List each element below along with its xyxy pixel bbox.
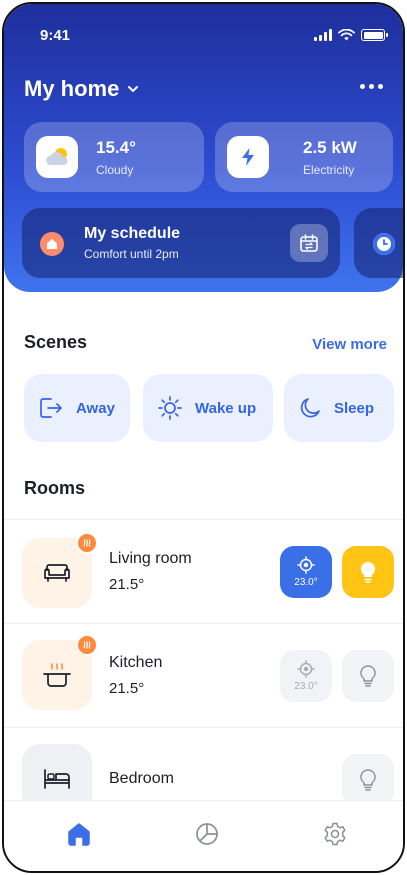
- scene-partial[interactable]: [404, 374, 405, 442]
- wifi-icon: [338, 29, 355, 41]
- thermostat-target-icon: [297, 556, 315, 574]
- electricity-label: Electricity: [303, 162, 355, 177]
- home-icon: [68, 823, 90, 846]
- schedule-subtitle: Comfort until 2pm: [84, 247, 179, 261]
- nav-settings-button[interactable]: [318, 817, 352, 851]
- room-temperature: 21.5°: [109, 576, 145, 593]
- scene-sleep[interactable]: Sleep: [284, 374, 394, 442]
- heating-badge-icon: [76, 634, 98, 656]
- thermostat-setpoint: 23.0°: [294, 577, 318, 588]
- bottom-navigation: [4, 800, 403, 871]
- weather-cloud-sun-icon: [36, 136, 78, 178]
- weather-card[interactable]: 15.4° Cloudy: [24, 122, 204, 192]
- sofa-icon: [44, 564, 70, 582]
- moon-icon: [300, 398, 320, 418]
- settings-gear-icon: [324, 822, 346, 846]
- pot-icon: [43, 663, 71, 687]
- more-options-button[interactable]: [360, 84, 383, 89]
- thermostat-button[interactable]: 23.0°: [280, 546, 332, 598]
- scene-wake-up[interactable]: Wake up: [143, 374, 273, 442]
- electricity-card[interactable]: 2.5 kW Electricity: [215, 122, 393, 192]
- room-name: Kitchen: [109, 654, 163, 671]
- thermostat-target-icon: [297, 660, 315, 678]
- home-title: My home: [24, 76, 120, 101]
- view-more-link[interactable]: View more: [312, 336, 387, 353]
- electricity-value: 2.5 kW: [303, 137, 357, 157]
- chart-pie-icon: [196, 823, 218, 845]
- scenes-heading: Scenes: [24, 332, 88, 352]
- exit-icon: [40, 398, 62, 418]
- home-selector[interactable]: My home: [24, 76, 139, 102]
- clock-icon: [373, 233, 395, 255]
- heating-badge-icon: [76, 532, 98, 554]
- weather-label: Cloudy: [96, 162, 134, 177]
- scene-label: Wake up: [195, 399, 257, 417]
- nav-home-button[interactable]: [62, 817, 96, 851]
- schedule-card[interactable]: My schedule Comfort until 2pm: [22, 208, 340, 278]
- rooms-heading: Rooms: [24, 478, 86, 498]
- battery-icon: [361, 29, 388, 41]
- lightbulb-icon: [360, 665, 376, 687]
- weather-temperature: 15.4°: [96, 137, 136, 157]
- chevron-down-icon: [128, 86, 139, 92]
- scene-away[interactable]: Away: [24, 374, 130, 442]
- calendar-icon[interactable]: [290, 224, 328, 262]
- room-name: Living room: [109, 550, 192, 567]
- light-toggle-button[interactable]: [342, 546, 394, 598]
- bed-icon: [44, 769, 70, 789]
- sun-icon: [158, 396, 182, 420]
- room-temperature: 21.5°: [109, 680, 145, 697]
- lightbulb-icon: [360, 769, 376, 791]
- room-name: Bedroom: [109, 770, 174, 787]
- header-panel: 9:41 My home 15.4° Cloudy 2.5 kW Electri…: [4, 4, 403, 292]
- phone-frame: 9:41 My home 15.4° Cloudy 2.5 kW Electri…: [2, 2, 405, 873]
- timer-card[interactable]: [354, 208, 403, 278]
- status-bar: 9:41: [4, 24, 403, 48]
- light-toggle-button[interactable]: [342, 754, 394, 806]
- room-icon-box: [22, 634, 98, 710]
- lightning-icon: [227, 136, 269, 178]
- lightbulb-icon: [360, 561, 376, 583]
- scene-label: Away: [76, 399, 115, 417]
- room-kitchen[interactable]: Kitchen 21.5° 23.0°: [4, 624, 403, 724]
- cellular-signal-icon: [314, 29, 332, 41]
- schedule-title: My schedule: [84, 225, 181, 242]
- thermostat-setpoint: 23.0°: [294, 681, 318, 692]
- thermostat-button[interactable]: 23.0°: [280, 650, 332, 702]
- home-schedule-icon: [40, 232, 64, 256]
- scene-label: Sleep: [334, 399, 375, 417]
- status-icons: [314, 29, 388, 41]
- nav-stats-button[interactable]: [190, 817, 224, 851]
- room-icon-box: [22, 532, 98, 608]
- light-toggle-button[interactable]: [342, 650, 394, 702]
- room-living-room[interactable]: Living room 21.5° 23.0°: [4, 520, 403, 620]
- status-time: 9:41: [40, 27, 71, 44]
